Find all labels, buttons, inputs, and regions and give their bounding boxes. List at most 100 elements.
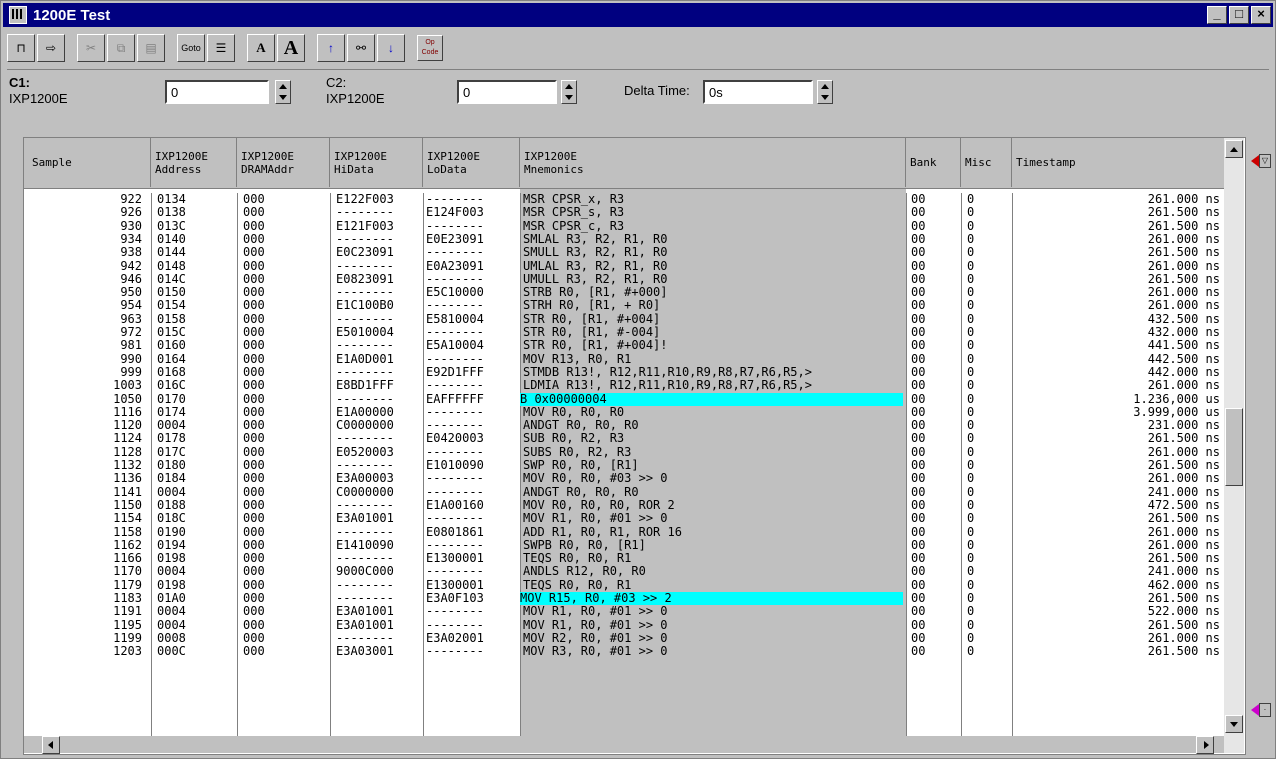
table-row[interactable]: 934 0140 000 -------- E0E23091 SMLAL R3, R2, … (24, 232, 1224, 246)
close-button[interactable]: × (1251, 6, 1271, 24)
properties-icon[interactable]: ☰ (207, 34, 235, 62)
table-row[interactable]: 981 0160 000 -------- E5A10004 STR R0, [R1, #… (24, 339, 1224, 352)
scroll-thumb[interactable] (1225, 408, 1243, 486)
cursor-move-icon[interactable]: ⇨ (37, 34, 65, 62)
table-row[interactable]: 950 0150 000 -------- E5C10000 STRB R0, [R1, … (24, 286, 1224, 299)
scroll-right-icon[interactable] (1196, 736, 1214, 754)
cursor-c2-marker-icon[interactable]: · (1251, 702, 1271, 718)
table-row[interactable]: 926 0138 000 -------- E124F003 MSR CPSR_s, R3… (24, 206, 1224, 219)
minimize-button[interactable]: _ (1207, 6, 1227, 24)
table-cell: 0178 (157, 431, 186, 446)
table-cell: 000 (243, 431, 265, 446)
delta-time-spinner[interactable] (817, 80, 833, 104)
search-down-icon[interactable]: ↓ (377, 34, 405, 62)
scroll-down-icon[interactable] (1225, 715, 1243, 733)
table-row[interactable]: 972 015C 000 E5010004 -------- STR R0, [R1, #… (24, 326, 1224, 339)
app-icon[interactable] (9, 6, 27, 24)
table-row[interactable]: 946 014C 000 E0823091 -------- UMULL R3, R2, … (24, 271, 1224, 286)
opcode-icon[interactable]: Op Code (417, 35, 443, 61)
table-row[interactable]: 999 0168 000 -------- E92D1FFF STMDB R13!, R1… (24, 364, 1224, 379)
table-row[interactable]: 1166 0198 000 -------- E1300001 TEQS R0, R0, … (24, 552, 1224, 565)
table-row[interactable]: 1132 0180 000 -------- E1010090 SWP R0, R0, [… (24, 459, 1224, 472)
c1-spinner[interactable] (275, 80, 291, 104)
table-cell: -------- (336, 205, 394, 220)
vertical-scrollbar[interactable] (1224, 138, 1244, 753)
c1-input[interactable]: 0 (165, 80, 269, 104)
table-row[interactable]: 1162 0194 000 E1410090 -------- SWPB R0, R0, … (24, 538, 1224, 552)
table-row[interactable]: 954 0154 000 E1C100B0 -------- STRH R0, [R1, … (24, 299, 1224, 312)
font-large-icon[interactable]: A (277, 34, 305, 62)
table-cell: 950 (120, 285, 142, 300)
maximize-button[interactable]: □ (1229, 6, 1249, 24)
table-row[interactable]: 1128 017C 000 E0520003 -------- SUBS R0, R2, … (24, 444, 1224, 459)
table-cell: -------- (426, 484, 484, 499)
header-dramaddr[interactable]: IXP1200E DRAMAddr (237, 138, 330, 187)
table-row[interactable]: 1199 0008 000 -------- E3A02001 MOV R2, R0, #… (24, 631, 1224, 645)
title-bar[interactable]: 1200E Test _ □ × (3, 3, 1273, 27)
scroll-left-icon[interactable] (42, 736, 60, 754)
table-row[interactable]: 1191 0004 000 E3A01001 -------- MOV R1, R0, #… (24, 605, 1224, 618)
copy-icon[interactable]: ⧉ (107, 34, 135, 62)
table-cell: C0000000 (336, 484, 394, 499)
table-row[interactable]: 1183 01A0 000 -------- E3A0F103 MOV R15, R0, … (24, 592, 1224, 605)
table-row[interactable]: 930 013C 000 E121F003 -------- MSR CPSR_c, R3… (24, 218, 1224, 233)
table-row[interactable]: 1203 000C 000 E3A03001 -------- MOV R3, R0, #… (24, 645, 1224, 658)
header-misc[interactable]: Misc (961, 138, 1012, 187)
table-cell: 1179 (113, 577, 142, 592)
table-cell: 1128 (113, 444, 142, 459)
font-small-icon[interactable]: A (247, 34, 275, 62)
table-cell: 261.500 ns (1147, 271, 1220, 286)
table-row[interactable]: 1170 0004 000 9000C000 -------- ANDLS R12, R0… (24, 565, 1224, 578)
header-hidata[interactable]: IXP1200E HiData (330, 138, 423, 187)
table-cell: 0 (967, 418, 975, 433)
header-timestamp[interactable]: Timestamp (1012, 138, 1224, 187)
table-cell: -------- (426, 218, 484, 233)
table-row[interactable]: 1141 0004 000 C0000000 -------- ANDGT R0, R0,… (24, 484, 1224, 499)
table-row[interactable]: 963 0158 000 -------- E5810004 STR R0, [R1, #… (24, 312, 1224, 326)
search-up-icon[interactable]: ↑ (317, 34, 345, 62)
table-row[interactable]: 1124 0178 000 -------- E0420003 SUB R0, R2, R… (24, 432, 1224, 445)
header-address[interactable]: IXP1200E Address (151, 138, 237, 187)
table-row[interactable]: 1154 018C 000 E3A01001 -------- MOV R1, R0, #… (24, 512, 1224, 525)
table-cell: 0 (967, 458, 975, 472)
table-row[interactable]: 1136 0184 000 E3A00003 -------- MOV R0, R0, #… (24, 472, 1224, 485)
find-binoculars-icon[interactable]: ⚯ (347, 34, 375, 62)
table-row[interactable]: 1050 0170 000 -------- EAFFFFFF B 0x00000004 0… (24, 392, 1224, 406)
cursor-add-icon[interactable]: ⊓ (7, 34, 35, 62)
table-cell: 0144 (157, 245, 186, 260)
c2-spinner[interactable] (561, 80, 577, 104)
table-row[interactable]: 938 0144 000 E0C23091 -------- SMULL R3, R2, … (24, 246, 1224, 259)
header-sample[interactable]: Sample (24, 138, 151, 187)
table-row[interactable]: 942 0148 000 -------- E0A23091 UMLAL R3, R2, … (24, 259, 1224, 273)
table-row[interactable]: 1195 0004 000 E3A01001 -------- MOV R1, R0, #… (24, 617, 1224, 632)
table-cell: 0 (967, 298, 975, 313)
table-cell: 261.000 ns (1147, 444, 1220, 459)
table-row[interactable]: 1179 0198 000 -------- E1300001 TEQS R0, R0, … (24, 577, 1224, 592)
table-row[interactable]: 1120 0004 000 C0000000 -------- ANDGT R0, R0,… (24, 419, 1224, 432)
table-cell: 00 (911, 193, 926, 206)
table-row[interactable]: 1150 0188 000 -------- E1A00160 MOV R0, R0, R… (24, 498, 1224, 512)
table-row[interactable]: 1158 0190 000 -------- E0801861 ADD R1, R0, R… (24, 525, 1224, 539)
delta-time-input[interactable]: 0s (703, 80, 813, 104)
table-row[interactable]: 1116 0174 000 E1A00000 -------- MOV R0, R0, R… (24, 405, 1224, 419)
table-cell: E5C10000 (426, 285, 484, 300)
table-cell: 000 (243, 564, 265, 579)
scroll-up-icon[interactable] (1225, 140, 1243, 158)
table-cell: -------- (336, 591, 394, 605)
c2-input[interactable]: 0 (457, 80, 557, 104)
table-cell: E0C23091 (336, 245, 394, 260)
cut-icon[interactable]: ✂ (77, 34, 105, 62)
left-gutter (7, 137, 24, 753)
goto-icon[interactable]: Goto (177, 34, 205, 62)
table-row[interactable]: 922 0134 000 E122F003 -------- MSR CPSR_x, R3… (24, 193, 1224, 206)
table-row[interactable]: 990 0164 000 E1A0D001 -------- MOV R13, R0, R… (24, 352, 1224, 366)
cursor-c1-marker-icon[interactable]: ▽ (1251, 153, 1271, 169)
table-cell: 0168 (157, 364, 186, 379)
header-bank[interactable]: Bank (906, 138, 961, 187)
horizontal-scrollbar[interactable] (24, 736, 1224, 754)
paste-icon[interactable]: ▤ (137, 34, 165, 62)
header-mnemonics[interactable]: IXP1200E Mnemonics (520, 138, 906, 187)
table-row[interactable]: 1003 016C 000 E8BD1FFF -------- LDMIA R13!, R… (24, 379, 1224, 392)
table-cell: 000 (243, 617, 265, 632)
header-lodata[interactable]: IXP1200E LoData (423, 138, 520, 187)
